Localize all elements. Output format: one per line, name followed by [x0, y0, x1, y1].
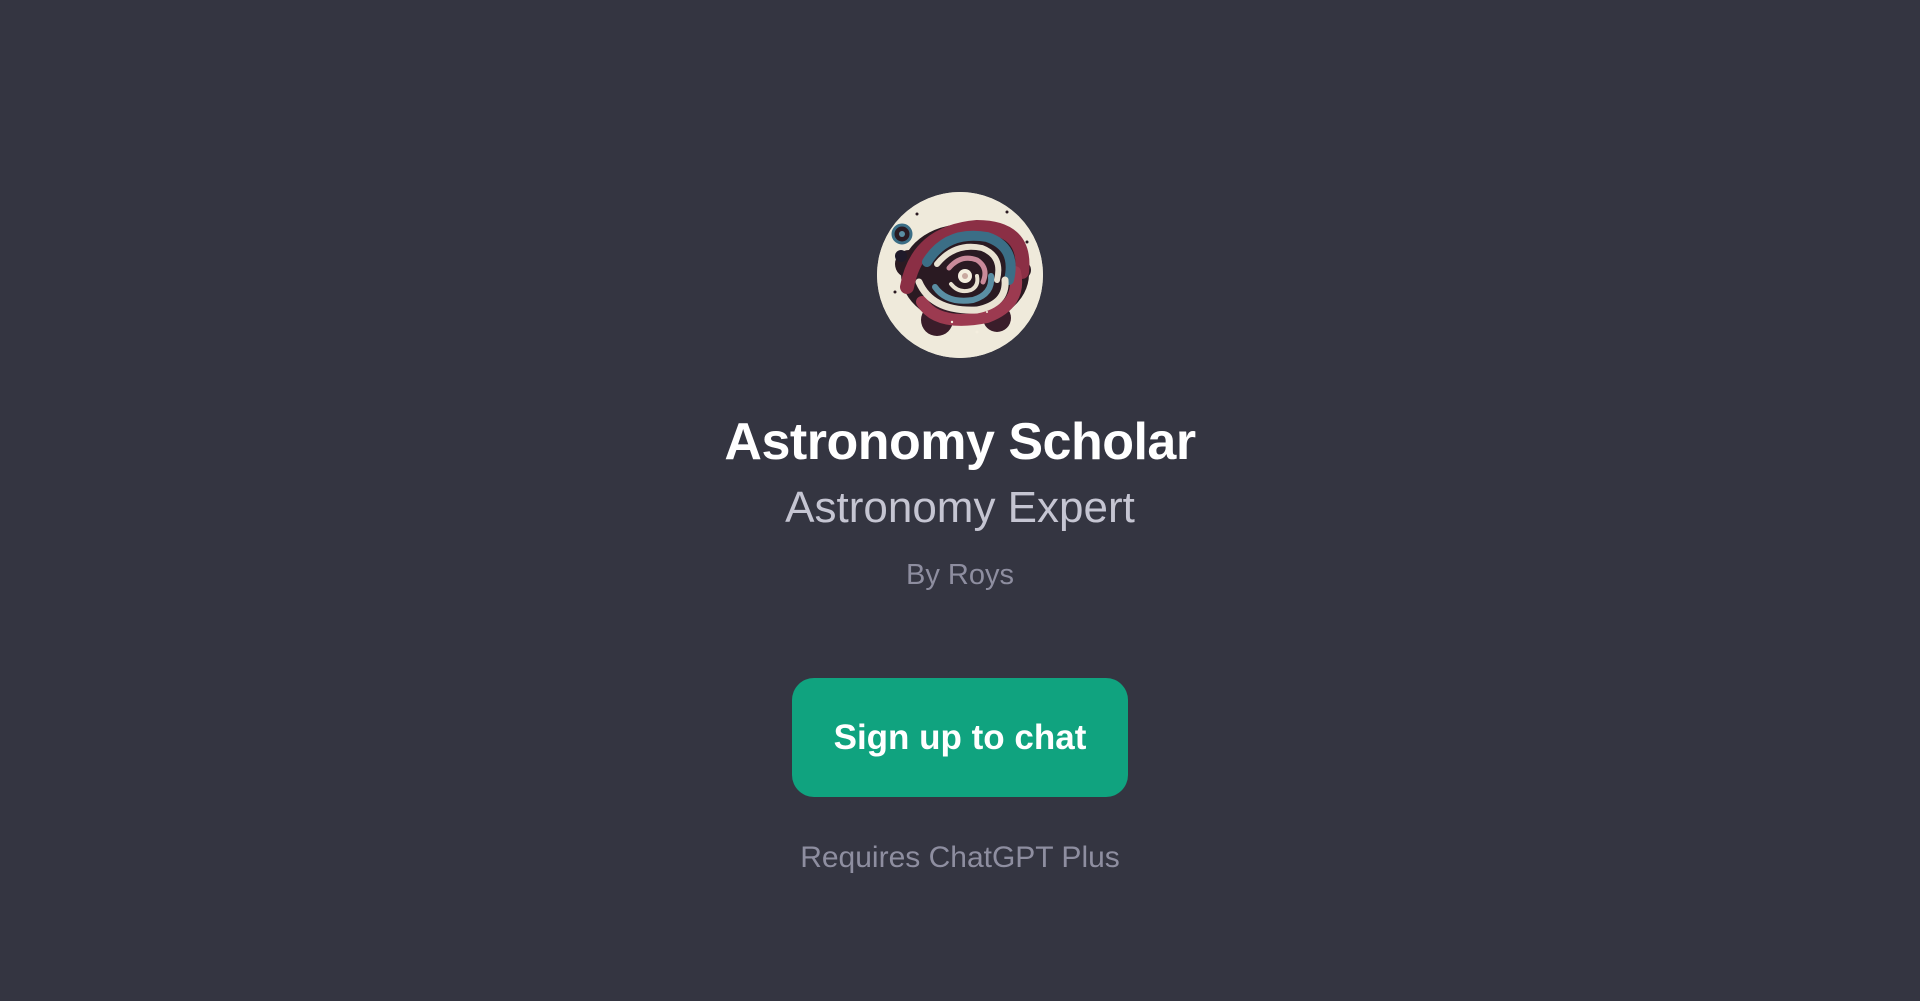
gpt-landing-page: Astronomy Scholar Astronomy Expert By Ro… — [0, 0, 1920, 1001]
sign-up-to-chat-button[interactable]: Sign up to chat — [792, 678, 1128, 797]
gpt-title: Astronomy Scholar — [724, 413, 1196, 471]
plus-requirement-note: Requires ChatGPT Plus — [800, 841, 1120, 874]
gpt-tagline: Astronomy Expert — [785, 483, 1135, 532]
author-byline: By Roys — [906, 559, 1014, 591]
galaxy-avatar-icon — [877, 192, 1043, 358]
sign-up-button-label: Sign up to chat — [833, 717, 1087, 757]
